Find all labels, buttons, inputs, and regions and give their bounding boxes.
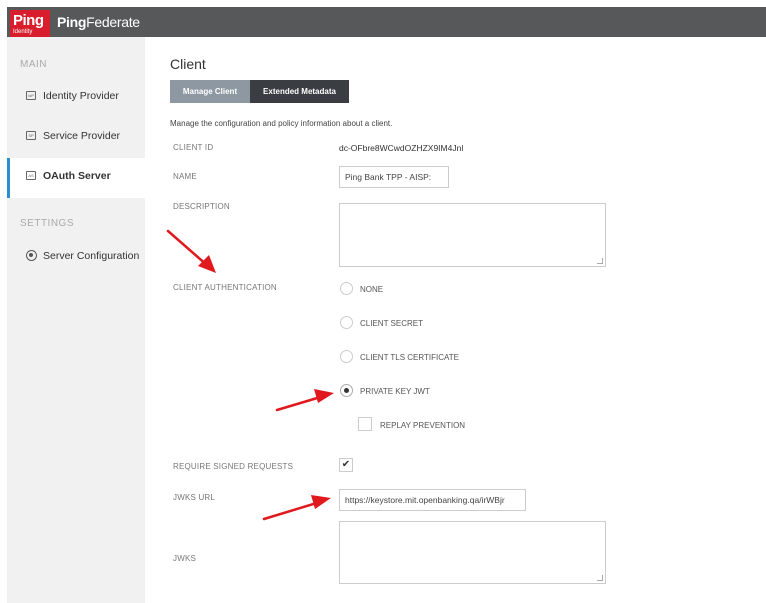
annotation-arrowhead-jwks-url <box>311 495 331 509</box>
annotation-arrowhead-client-auth <box>198 255 216 273</box>
annotation-arrow-client-auth <box>166 229 210 268</box>
annotation-arrowhead-private-key-jwt <box>314 389 334 403</box>
annotation-arrows <box>166 229 334 521</box>
annotation-arrow-jwks-url <box>262 500 322 521</box>
